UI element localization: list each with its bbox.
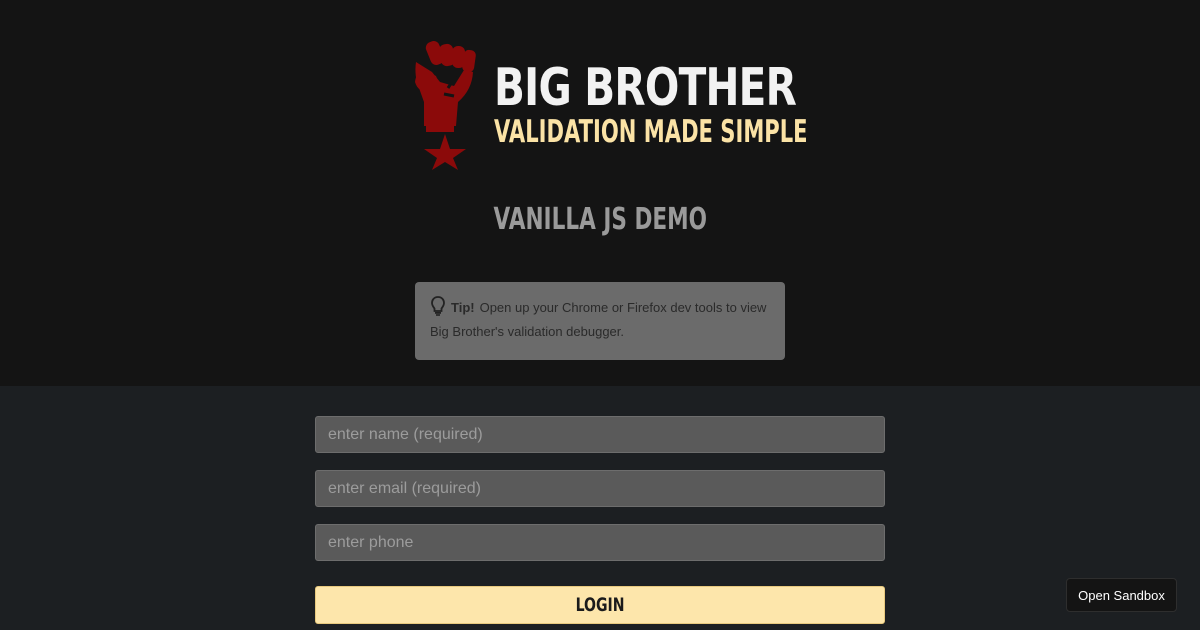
tip-label: Tip! bbox=[451, 300, 475, 315]
raised-fist-star-icon bbox=[415, 41, 476, 170]
page-title: VANILLA JS DEMO bbox=[0, 200, 1200, 240]
email-input[interactable] bbox=[315, 470, 885, 507]
brand-tagline: VALIDATION MADE SIMPLE bbox=[494, 114, 808, 150]
brand-logo: BIG BROTHER VALIDATION MADE SIMPLE bbox=[410, 36, 808, 172]
tip-text: Open up your Chrome or Firefox dev tools… bbox=[430, 300, 767, 339]
login-button[interactable]: LOGIN bbox=[315, 586, 885, 624]
brand-title: BIG BROTHER bbox=[494, 58, 797, 118]
login-button-label: LOGIN bbox=[575, 594, 625, 616]
tip-box: Tip! Open up your Chrome or Firefox dev t… bbox=[415, 282, 785, 360]
page-title-text: VANILLA JS DEMO bbox=[493, 202, 707, 237]
lightbulb-icon bbox=[431, 296, 445, 316]
page: BIG BROTHER VALIDATION MADE SIMPLE VANIL… bbox=[0, 0, 1200, 630]
name-input[interactable] bbox=[315, 416, 885, 453]
header-section: BIG BROTHER VALIDATION MADE SIMPLE VANIL… bbox=[0, 0, 1200, 386]
phone-input[interactable] bbox=[315, 524, 885, 561]
open-sandbox-button[interactable]: Open Sandbox bbox=[1066, 578, 1177, 612]
